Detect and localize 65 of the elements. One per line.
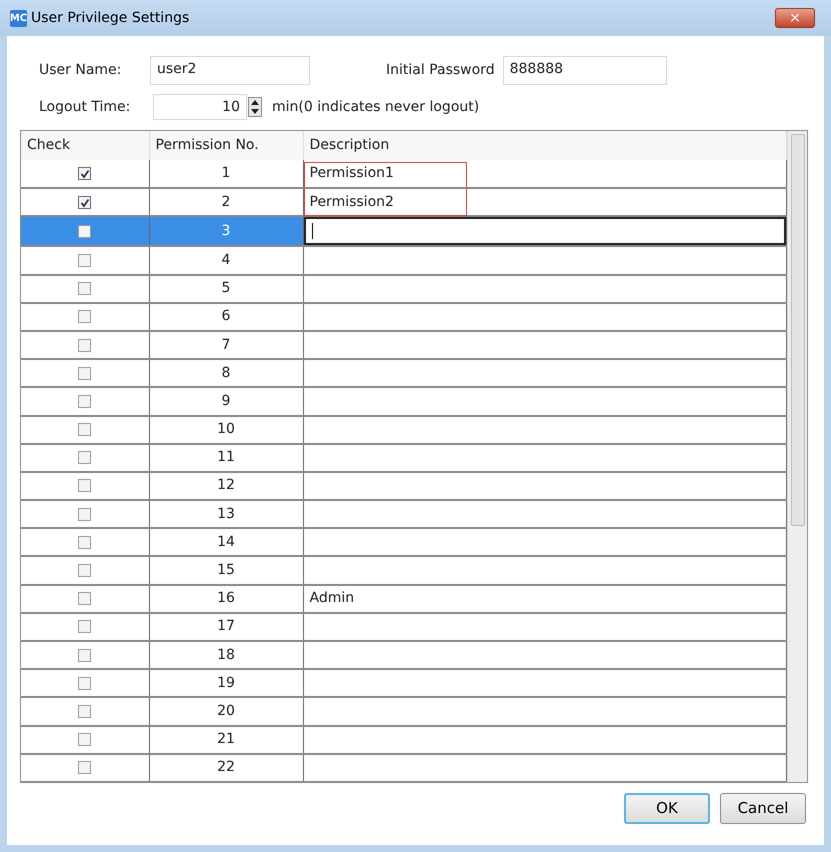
table-cell: 13 [149, 500, 303, 528]
column-header[interactable]: Check [21, 131, 149, 160]
down-arrow-icon[interactable] [251, 109, 259, 114]
checkbox[interactable] [78, 224, 92, 238]
table-cell: 5 [149, 274, 303, 303]
cell-editor[interactable] [304, 217, 786, 246]
table-cell: 20 [149, 697, 303, 726]
table-cell: 8 [149, 359, 303, 388]
password-label: Initial Password [386, 61, 495, 80]
table-cell: 1 [149, 160, 303, 188]
table-cell: 6 [149, 302, 303, 331]
table-cell: 4 [149, 246, 303, 275]
table-cell: Permission1 [310, 164, 394, 182]
up-arrow-icon[interactable] [251, 100, 259, 105]
table-cell: 11 [149, 444, 303, 472]
checkbox[interactable] [78, 282, 92, 296]
table-cell: Admin [310, 589, 354, 608]
table-cell: 21 [149, 726, 303, 754]
password-field[interactable]: 888888 [502, 56, 667, 85]
checkbox[interactable] [78, 648, 92, 662]
column-header[interactable]: Permission No. [149, 131, 303, 160]
logout-time-label: Logout Time: [39, 98, 132, 116]
checkbox[interactable] [78, 167, 92, 180]
checkbox[interactable] [78, 564, 92, 578]
checkbox[interactable] [78, 704, 92, 718]
logout-hint: min(0 indicates never logout) [272, 98, 480, 116]
checkbox[interactable] [78, 592, 92, 606]
checkbox[interactable] [78, 310, 92, 324]
checkbox[interactable] [78, 366, 92, 380]
checkbox[interactable] [78, 676, 92, 690]
ok-button[interactable]: OK [624, 793, 710, 824]
table-cell: Permission2 [310, 192, 394, 211]
checkbox[interactable] [78, 196, 92, 209]
checkbox[interactable] [78, 620, 92, 634]
table-cell: 14 [149, 528, 303, 556]
app-logo-icon: MC [10, 10, 27, 26]
table-cell: 7 [149, 330, 303, 360]
spinner-control[interactable] [248, 97, 262, 117]
user-name-label: User Name: [39, 61, 122, 80]
table-cell: 22 [149, 754, 303, 782]
table-cell: 15 [149, 556, 303, 585]
window-title: User Privilege Settings [31, 8, 190, 28]
cancel-button[interactable]: Cancel [720, 793, 806, 824]
table-cell: 9 [149, 387, 303, 416]
scrollbar[interactable] [787, 131, 807, 782]
checkbox[interactable] [78, 761, 92, 774]
user-name-field[interactable]: user2 [150, 56, 310, 85]
table-cell: 10 [149, 416, 303, 444]
table-cell: 17 [149, 612, 303, 641]
table-cell: 19 [149, 669, 303, 698]
checkbox[interactable] [78, 394, 92, 408]
checkbox[interactable] [78, 536, 92, 549]
checkbox[interactable] [78, 338, 92, 352]
table-cell: 18 [149, 641, 303, 670]
table-cell: 16 [149, 584, 303, 613]
checkbox[interactable] [78, 254, 92, 267]
checkbox[interactable] [78, 423, 92, 436]
checkbox[interactable] [78, 733, 92, 746]
logout-time-field[interactable]: 10 [153, 94, 247, 120]
column-header[interactable]: Description [303, 131, 787, 160]
checkbox[interactable] [78, 451, 92, 464]
table-cell: 3 [149, 216, 303, 246]
table-cell: 12 [149, 472, 303, 500]
checkbox[interactable] [78, 508, 92, 521]
checkbox[interactable] [78, 479, 92, 492]
